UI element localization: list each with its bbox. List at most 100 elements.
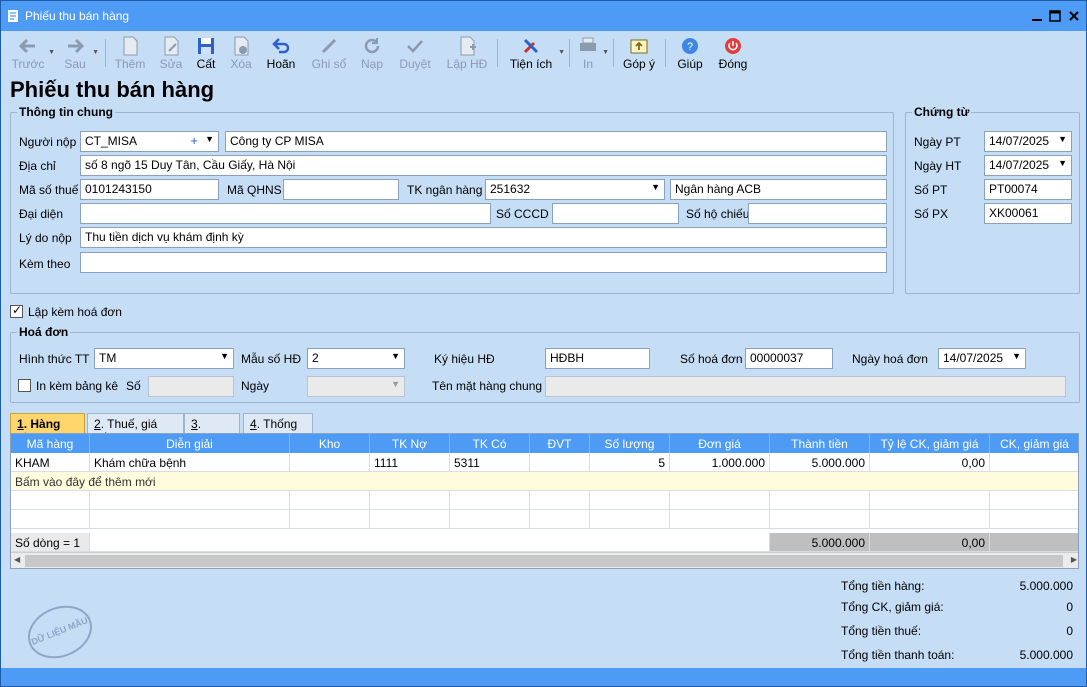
table-row[interactable]: KHAM Khám chữa bệnh 1111 5311 5 1.000.00… [11, 453, 1078, 472]
column-header[interactable]: Diễn giải [90, 434, 290, 453]
print-button[interactable]: In ▼ [577, 33, 609, 73]
invoice-number-field[interactable]: 00000037 [745, 348, 833, 369]
feedback-icon [630, 39, 648, 54]
bank-account-combo[interactable]: 251632 ▼ [485, 179, 665, 200]
column-header[interactable]: TK Có [450, 434, 530, 453]
grid-cell[interactable]: 5 [590, 453, 670, 472]
post-button[interactable]: Ghi sổ [310, 33, 348, 73]
qhns-field[interactable] [283, 179, 399, 200]
column-header[interactable]: Mã hàng [11, 434, 90, 453]
invoice-icon [460, 36, 476, 56]
invoice-symbol-field[interactable]: HĐBH [545, 348, 650, 369]
chevron-down-icon[interactable]: ▼ [391, 379, 400, 389]
column-header[interactable]: ĐVT [530, 434, 590, 453]
chevron-down-icon[interactable]: ▼ [651, 182, 660, 192]
with-invoice-checkbox[interactable]: ✓ [10, 303, 23, 318]
reload-button[interactable]: Nạp [358, 33, 386, 73]
payer-code-combo[interactable]: CT_MISA + ▼ [80, 131, 219, 152]
date-pt-label: Ngày PT [914, 135, 961, 149]
no-pt-label: Số PT [914, 183, 948, 197]
scrollbar-thumb[interactable] [25, 555, 1063, 567]
invoice-date-picker[interactable]: 14/07/2025 ▼ [938, 348, 1026, 369]
no-pt-field[interactable]: PT00074 [984, 179, 1072, 200]
column-header[interactable]: TK Nợ [370, 434, 450, 453]
list-number-field[interactable] [148, 376, 234, 397]
column-header[interactable]: Đơn giá [670, 434, 770, 453]
tab-statistics[interactable]: 4. Thống kê [243, 413, 313, 445]
common-name-label: Tên mặt hàng chung [432, 379, 543, 393]
printer-icon [580, 37, 596, 51]
next-button[interactable]: Sau ▼ [61, 33, 99, 73]
sample-data-stamp: DỮ LIỆU MẪU [20, 596, 100, 668]
chevron-down-icon[interactable]: ▼ [1012, 351, 1021, 361]
add-button[interactable]: Thêm [113, 33, 147, 73]
utilities-button[interactable]: Tiện ích ▼ [507, 33, 565, 73]
save-button[interactable]: Cất [193, 33, 219, 73]
chevron-down-icon[interactable]: ▼ [1058, 134, 1067, 144]
minimize-icon [1032, 19, 1042, 21]
payer-name-field[interactable]: Công ty CP MISA [225, 131, 887, 152]
grid-cell[interactable]: 5311 [450, 453, 530, 472]
grid-cell[interactable]: 0,00 [870, 453, 990, 472]
back-button[interactable]: Trước ▼ [11, 33, 55, 73]
list-date-picker[interactable]: ▼ [307, 376, 405, 397]
add-new-row[interactable]: Bấm vào đây để thêm mới [11, 472, 1078, 491]
passport-label: Số hộ chiếu [686, 207, 750, 221]
date-pt-picker[interactable]: 14/07/2025 ▼ [984, 131, 1072, 152]
close-window-button[interactable] [1065, 7, 1083, 25]
invoice-form-select[interactable]: 2 ▼ [307, 348, 405, 369]
column-header[interactable]: Số lượng [590, 434, 670, 453]
close-button[interactable]: Đóng [716, 33, 750, 73]
chevron-down-icon[interactable]: ▼ [391, 351, 400, 361]
minimize-button[interactable] [1028, 7, 1046, 25]
grid-cell[interactable]: Khám chữa bệnh [90, 453, 290, 472]
horizontal-scrollbar[interactable]: ◀ ▶ [11, 552, 1078, 568]
grid-cell[interactable]: KHAM [11, 453, 90, 472]
chevron-down-icon[interactable]: ▼ [1058, 158, 1067, 168]
scroll-right-icon[interactable]: ▶ [1071, 555, 1077, 564]
date-ht-picker[interactable]: 14/07/2025 ▼ [984, 155, 1072, 176]
delete-button[interactable]: Xóa [227, 33, 255, 73]
chevron-down-icon[interactable]: ▼ [205, 134, 214, 144]
tab-goods-money[interactable]: 1. Hàng tiền [10, 413, 85, 445]
tax-code-field[interactable]: 0101243150 [80, 179, 219, 200]
grid-cell[interactable] [530, 453, 590, 472]
passport-field[interactable] [748, 203, 887, 224]
help-button[interactable]: ? Giúp [674, 33, 706, 73]
attachment-field[interactable] [80, 252, 887, 273]
print-list-checkbox[interactable] [18, 379, 31, 392]
tab-tax-cost[interactable]: 2. Thuế, giá vốn [87, 413, 184, 445]
maximize-button[interactable] [1046, 7, 1064, 25]
no-px-field[interactable]: XK00061 [984, 203, 1072, 224]
grid-cell[interactable]: 1.000.000 [670, 453, 770, 472]
delete-document-icon [234, 36, 249, 56]
arrow-left-icon [18, 38, 35, 54]
make-invoice-button[interactable]: Lập HĐ [445, 33, 489, 73]
column-header[interactable]: Thành tiền [770, 434, 870, 453]
chevron-down-icon[interactable]: ▼ [220, 351, 229, 361]
approve-button[interactable]: Duyệt [397, 33, 433, 73]
undo-button[interactable]: Hoãn [264, 33, 298, 73]
feedback-button[interactable]: Góp ý [621, 33, 657, 73]
common-name-field[interactable] [545, 376, 1066, 397]
grid-cell[interactable]: 1111 [370, 453, 450, 472]
invoice-legend: Hoá đơn [19, 325, 69, 339]
scroll-left-icon[interactable]: ◀ [14, 555, 20, 564]
edit-button[interactable]: Sửa [157, 33, 185, 73]
cccd-field[interactable] [552, 203, 679, 224]
reason-field[interactable]: Thu tiền dịch vụ khám định kỳ [80, 227, 887, 248]
help-icon: ? [682, 38, 698, 54]
bank-name-field[interactable]: Ngân hàng ACB [670, 179, 887, 200]
address-field[interactable]: số 8 ngõ 15 Duy Tân, Cầu Giấy, Hà Nội [80, 155, 887, 176]
pay-method-select[interactable]: TM ▼ [94, 348, 234, 369]
representative-field[interactable] [80, 203, 491, 224]
grid-cell[interactable] [990, 453, 1078, 472]
grid-cell[interactable] [290, 453, 370, 472]
total-tax-value: 0 [1066, 624, 1073, 638]
column-header[interactable]: Kho [290, 434, 370, 453]
add-icon[interactable]: + [190, 133, 198, 148]
tab-mlns[interactable]: 3. MLNS [184, 413, 240, 445]
column-header[interactable]: CK, giảm giá [990, 434, 1078, 453]
grid-cell[interactable]: 5.000.000 [770, 453, 870, 472]
column-header[interactable]: Tỷ lệ CK, giảm giá [870, 434, 990, 453]
